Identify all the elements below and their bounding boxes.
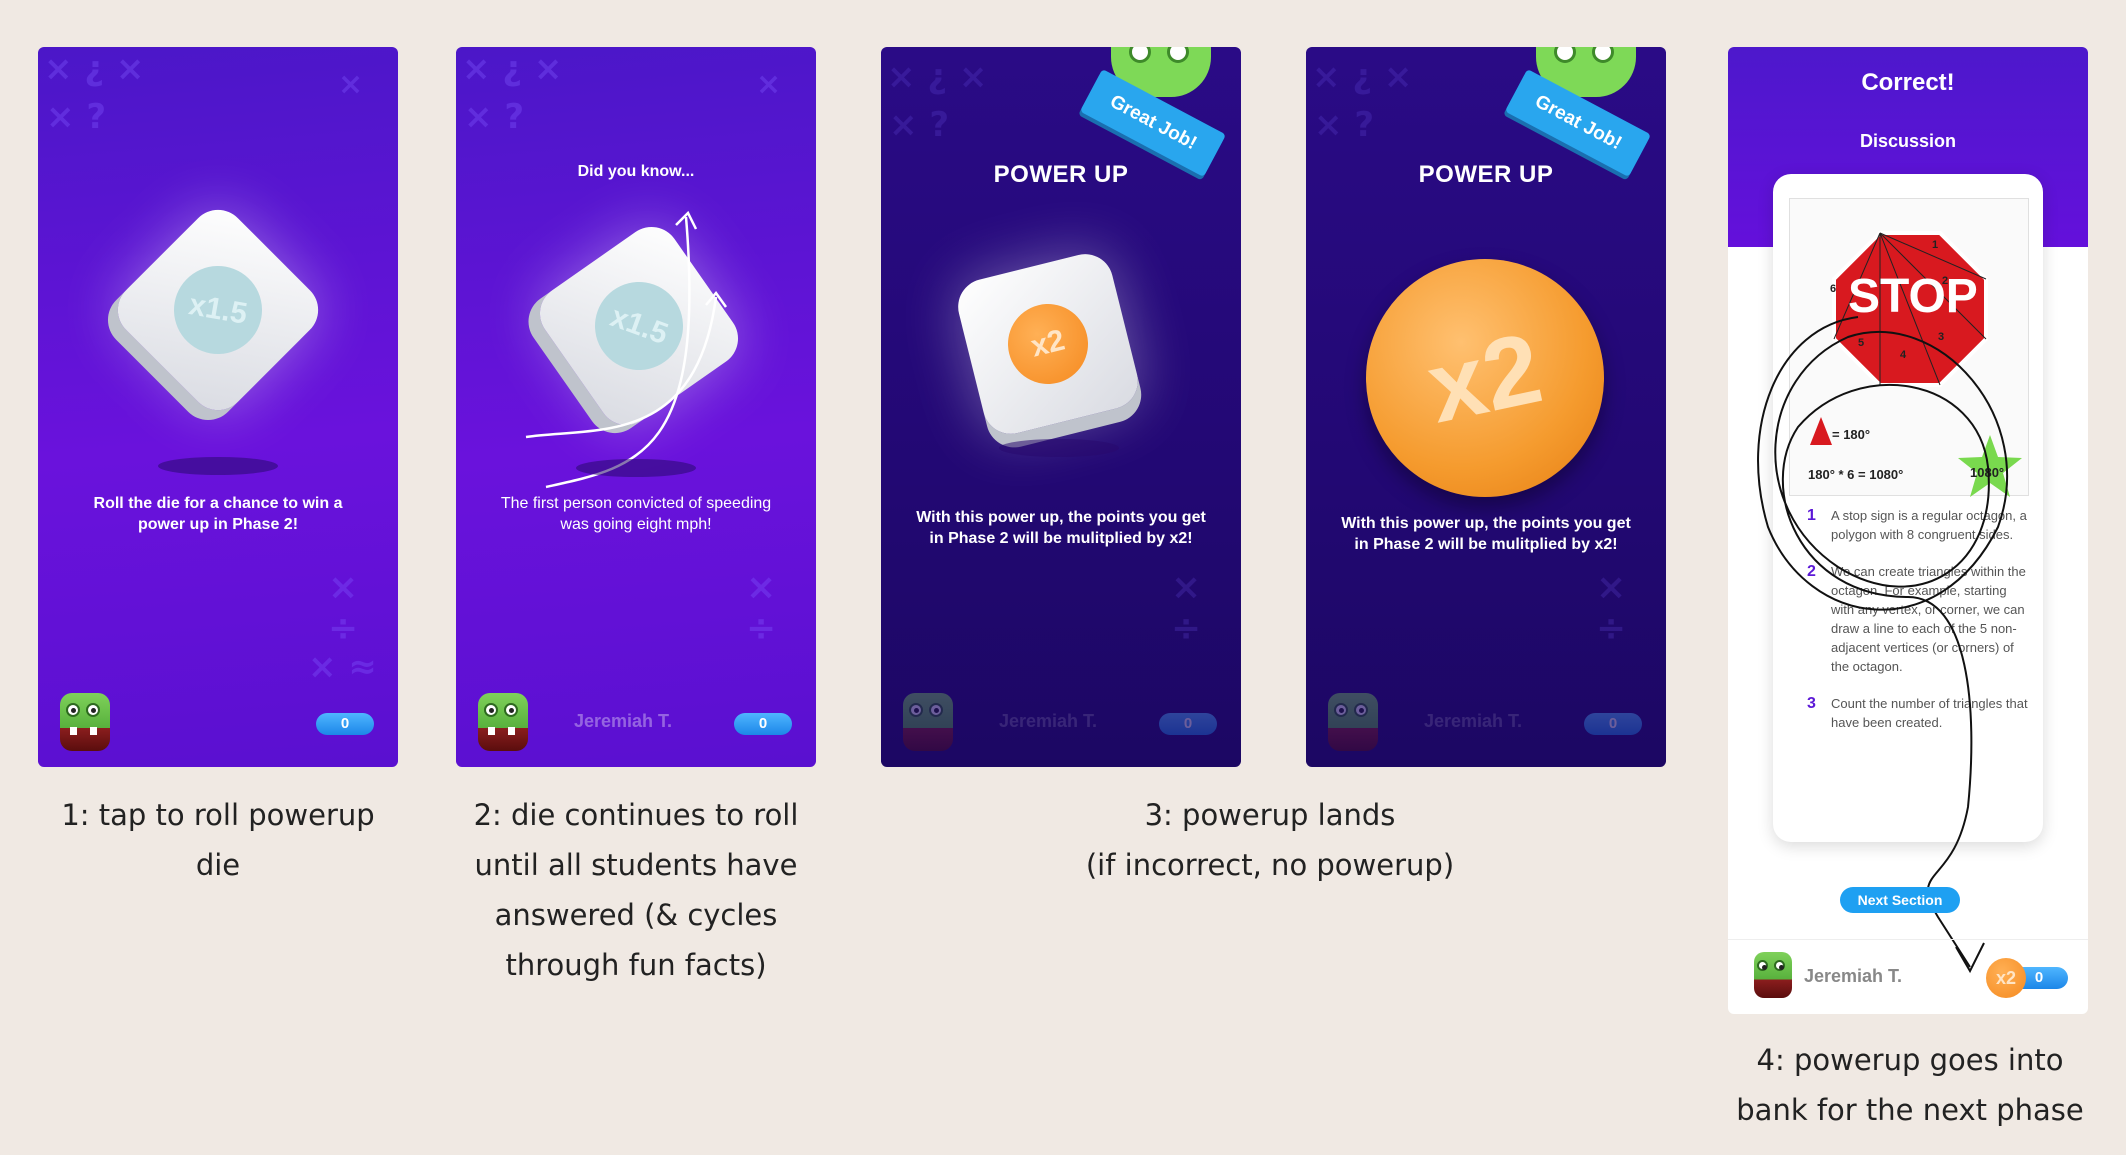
monster-avatar	[60, 693, 110, 751]
next-section-button[interactable]: Next Section	[1840, 887, 1960, 913]
caption-line: through fun facts)	[505, 948, 767, 982]
screen-powerup-lands: × ¿ × × ? × ÷ Great Job! POWER UP x2 Wit…	[881, 47, 1241, 767]
caption-line: bank for the next phase	[1736, 1093, 2084, 1127]
player-footer: Jeremiah T. 0	[881, 689, 1241, 751]
die-shadow	[999, 439, 1119, 457]
screen-powerup-coin: × ¿ × × ? × ÷ Great Job! POWER UP x2 Wit…	[1306, 47, 1666, 767]
caption-line: until all students have	[474, 848, 798, 882]
player-name: Jeremiah T.	[1804, 966, 1903, 986]
die-shadow	[576, 459, 696, 477]
die-shadow	[158, 457, 278, 475]
player-footer: Jeremiah T. 0 x2	[1728, 939, 2088, 1014]
powerup-title: POWER UP	[993, 161, 1129, 188]
player-name: Jeremiah T.	[999, 711, 1098, 731]
did-you-know-label: Did you know...	[577, 163, 695, 180]
triangle-number: 1	[1932, 239, 1939, 251]
caption-step-4: 4: powerup goes into bank for the next p…	[1700, 1035, 2120, 1135]
roll-instruction: Roll the die for a chance to win a power…	[93, 495, 343, 533]
player-footer: 0	[38, 689, 398, 751]
player-footer: Jeremiah T. 0	[456, 689, 816, 751]
score-pill: 0	[1159, 713, 1217, 735]
caption-line: answered (& cycles	[494, 898, 778, 932]
coin-label: x2	[1418, 311, 1551, 444]
correct-title: Correct!	[1861, 69, 1955, 96]
powerup-die[interactable]: x1.5	[106, 198, 330, 422]
screen-rolling-fun-fact: × ¿ × × ? × × ÷ Did you know... x1.5 The…	[456, 47, 816, 767]
powerup-description: With this power up, the points you get i…	[1341, 515, 1631, 553]
score-pill: 0	[316, 713, 374, 735]
powerup-coin: x2	[1366, 259, 1604, 497]
caption-line: (if incorrect, no powerup)	[1085, 848, 1455, 882]
screen-roll-die: × ¿ × × ? × × ÷ × ≈ x1.5 Roll the die fo…	[38, 47, 398, 767]
caption-step-3: 3: powerup lands (if incorrect, no power…	[990, 790, 1550, 890]
fun-fact: The first person convicted of speeding w…	[500, 495, 772, 533]
screen-discussion: Correct! Discussion STOP 1 2 3 4 5 6 = 1…	[1728, 47, 2088, 1014]
powerup-title: POWER UP	[1418, 161, 1554, 188]
score-pill: 0	[734, 713, 792, 735]
scribble-annotation	[1757, 316, 2009, 974]
player-name: Jeremiah T.	[1424, 711, 1523, 731]
monster-avatar	[903, 693, 953, 751]
caption-line: 2: die continues to roll	[473, 798, 799, 832]
score-pill: 0	[1584, 713, 1642, 735]
landed-die: x2	[952, 248, 1144, 440]
powerup-description: With this power up, the points you get i…	[916, 509, 1206, 547]
die-face-label: x2	[999, 295, 1097, 393]
monster-avatar	[1754, 952, 1792, 998]
caption-line: 4: powerup goes into	[1756, 1043, 2064, 1077]
caption-line: 3: powerup lands	[1144, 798, 1396, 832]
banked-powerup-coin: x2	[1986, 958, 2026, 998]
monster-avatar	[478, 693, 528, 751]
motion-arrows-icon	[525, 210, 728, 489]
player-footer: Jeremiah T. 0	[1306, 689, 1666, 751]
discussion-subtitle: Discussion	[1859, 131, 1957, 151]
caption-step-1: 1: tap to roll powerup die	[61, 798, 375, 882]
monster-avatar	[1328, 693, 1378, 751]
caption-step-2: 2: die continues to roll until all stude…	[396, 790, 876, 990]
player-name: Jeremiah T.	[574, 711, 673, 731]
die-face-label: x1.5	[167, 259, 269, 361]
